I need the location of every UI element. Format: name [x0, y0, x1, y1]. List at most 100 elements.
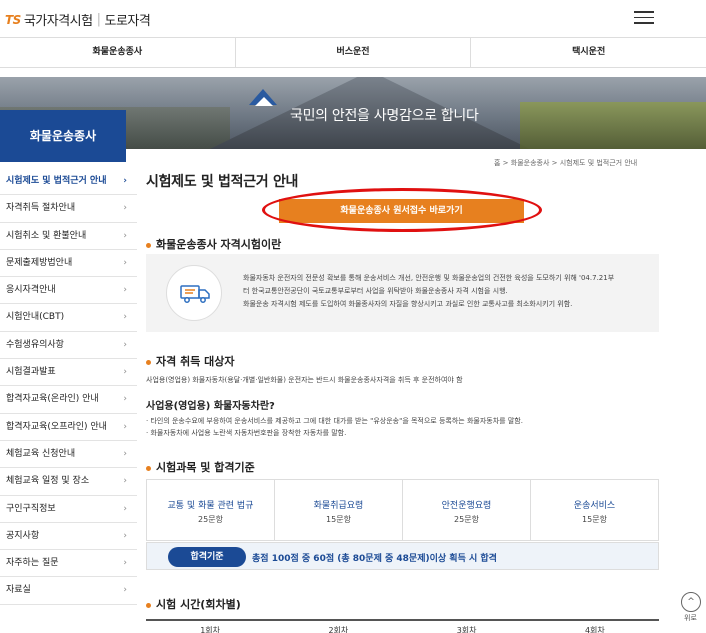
sidebar-title: 화물운송종사 [0, 110, 126, 162]
sidebar-item-eligibility[interactable]: 응시자격안내 › [0, 277, 137, 305]
section-heading-exam-time: 시험 시간(회차별) [146, 596, 241, 612]
site-logo[interactable]: TS 국가자격시험 | 도로자격 [5, 10, 151, 29]
sidebar-item-label: 공지사항 [6, 530, 40, 541]
section-heading-target: 자격 취득 대상자 [146, 353, 235, 369]
sidebar-item-archive[interactable]: 자료실 › [0, 577, 137, 605]
chevron-right-icon: › [123, 285, 127, 296]
sidebar-item-results[interactable]: 시험결과발표 › [0, 359, 137, 387]
subject-count: 15문항 [326, 515, 351, 524]
sidebar-item-label: 응시자격안내 [6, 285, 56, 296]
sidebar-item-cbt[interactable]: 시험안내(CBT) › [0, 304, 137, 332]
subject-cell: 화물취급요령 15문항 [274, 480, 402, 540]
sidebar-item-label: 구인구직정보 [6, 503, 56, 514]
exam-rounds-header: 1회차 2회차 3회차 4회차 [146, 619, 659, 633]
about-info-box: 화물자동차 운전자의 전문성 확보를 통해 운송서비스 개선, 안전운행 및 화… [146, 254, 659, 332]
pass-criteria-badge: 합격기준 [168, 547, 246, 567]
breadcrumb: 홈 > 화물운송종사 > 시험제도 및 법적근거 안내 [494, 159, 638, 167]
chevron-right-icon: › [123, 230, 127, 241]
subject-name: 교통 및 화물 관련 법규 [167, 501, 254, 511]
subject-name: 안전운행요령 [441, 501, 492, 511]
sidebar-item-label: 자료실 [6, 585, 31, 596]
sidebar-item-label: 문제출제방법안내 [6, 257, 73, 268]
chevron-right-icon: › [123, 558, 127, 569]
logo-separator: | [96, 12, 101, 27]
business-vehicle-bullet-1: · 타인의 운송수요에 부응하여 운송서비스를 제공하고 그에 대한 대가를 받… [146, 417, 523, 425]
sidebar-item-label: 시험결과발표 [6, 367, 56, 378]
highlight-circle [262, 188, 542, 232]
nav-item-cargo[interactable]: 화물운송종사 [0, 38, 235, 67]
sidebar-item-notice[interactable]: 공지사항 › [0, 523, 137, 551]
logo-subtitle: 도로자격 [104, 14, 151, 29]
sidebar-item-cancel-refund[interactable]: 시험취소 및 환불안내 › [0, 223, 137, 250]
chevron-right-icon: › [123, 176, 127, 186]
main-nav: 화물운송종사 버스운전 택시운전 [0, 38, 706, 68]
page-title: 시험제도 및 법적근거 안내 [146, 174, 299, 190]
round-header: 3회차 [456, 626, 477, 633]
chevron-up-icon: ^ [687, 597, 695, 607]
sidebar-item-experience-apply[interactable]: 체험교육 신청안내 › [0, 441, 137, 469]
chevron-right-icon: › [123, 339, 127, 350]
sidebar-item-acquisition-procedure[interactable]: 자격취득 절차안내 › [0, 195, 137, 223]
sidebar-item-exam-system[interactable]: 시험제도 및 법적근거 안내 › [0, 168, 137, 196]
pass-criteria-text: 총점 100점 중 60점 (총 80문제 중 48문제)이상 획득 시 합격 [252, 554, 497, 564]
menu-icon[interactable] [634, 11, 654, 25]
chevron-right-icon: › [123, 394, 127, 405]
pass-criteria-bar: 합격기준 총점 100점 중 60점 (총 80문제 중 48문제)이상 획득 … [146, 542, 659, 570]
round-header: 1회차 [200, 626, 221, 633]
round-header: 2회차 [328, 626, 349, 633]
business-vehicle-bullet-2: · 화물자동차에 사업용 노란색 자동차번호판을 장착한 자동차를 말함. [146, 429, 347, 437]
sidebar-item-question-method[interactable]: 문제출제방법안내 › [0, 250, 137, 278]
sidebar-item-faq[interactable]: 자주하는 질문 › [0, 550, 137, 578]
sidebar-item-label: 자격취득 절차안내 [6, 203, 76, 214]
sidebar-item-notes[interactable]: 수험생유의사항 › [0, 332, 137, 360]
sidebar-item-experience-schedule[interactable]: 체험교육 일정 및 장소 › [0, 468, 137, 496]
bullet-dot-icon [146, 465, 151, 471]
section-heading-about: 화물운송종사 자격시험이란 [146, 236, 281, 252]
subject-count: 25문항 [198, 515, 223, 524]
chevron-right-icon: › [123, 421, 127, 432]
nav-item-taxi[interactable]: 택시운전 [470, 38, 706, 67]
sidebar-item-label: 시험안내(CBT) [6, 312, 65, 323]
bullet-dot-icon [146, 602, 151, 608]
sidebar-item-online-education[interactable]: 합격자교육(온라인) 안내 › [0, 386, 137, 414]
scroll-top-label: 위로 [684, 614, 697, 622]
subject-name: 화물취급요령 [313, 501, 364, 511]
subject-cell: 운송서비스 15문항 [530, 480, 658, 540]
chevron-right-icon: › [123, 257, 127, 268]
sidebar-item-label: 수험생유의사항 [6, 339, 64, 350]
sidebar-item-label: 시험취소 및 환불안내 [6, 230, 87, 241]
bullet-dot-icon [146, 359, 151, 365]
sidebar-item-label: 시험제도 및 법적근거 안내 [6, 176, 107, 186]
logo-name: 국가자격시험 [23, 14, 93, 29]
banner-triangle-inner-icon [255, 97, 273, 106]
business-vehicle-heading: 사업용(영업용) 화물자동차란? [146, 401, 275, 412]
chevron-right-icon: › [123, 448, 127, 459]
round-header: 4회차 [584, 626, 605, 633]
sidebar-item-label: 체험교육 신청안내 [6, 448, 76, 459]
banner-slogan: 국민의 안전을 사명감으로 합니다 [290, 108, 479, 124]
subjects-table: 교통 및 화물 관련 법규 25문항 화물취급요령 15문항 안전운행요령 25… [146, 479, 659, 541]
sidebar-item-offline-education[interactable]: 합격자교육(오프라인) 안내 › [0, 414, 137, 441]
chevron-right-icon: › [123, 367, 127, 378]
sidebar-item-label: 합격자교육(온라인) 안내 [6, 394, 99, 405]
section-heading-subjects: 시험과목 및 합격기준 [146, 459, 255, 475]
chevron-right-icon: › [123, 476, 127, 487]
subject-count: 15문항 [582, 515, 607, 524]
sidebar-menu: 시험제도 및 법적근거 안내 › 자격취득 절차안내 › 시험취소 및 환불안내 › … [0, 168, 137, 605]
logo-ts-mark: TS [5, 12, 21, 27]
truck-icon [180, 285, 210, 303]
bullet-dot-icon [146, 242, 151, 248]
subject-cell: 안전운행요령 25문항 [402, 480, 530, 540]
nav-item-bus[interactable]: 버스운전 [234, 38, 471, 67]
top-bar: TS 국가자격시험 | 도로자격 [0, 0, 706, 38]
chevron-right-icon: › [123, 203, 127, 214]
subject-cell: 교통 및 화물 관련 법규 25문항 [147, 480, 274, 540]
sidebar-item-label: 합격자교육(오프라인) 안내 [6, 421, 107, 432]
sidebar-item-label: 체험교육 일정 및 장소 [6, 476, 90, 487]
subject-name: 운송서비스 [573, 501, 616, 511]
sidebar-item-jobs[interactable]: 구인구직정보 › [0, 496, 137, 523]
about-description: 화물자동차 운전자의 전문성 확보를 통해 운송서비스 개선, 안전운행 및 화… [243, 274, 615, 308]
scroll-top-button[interactable]: ^ [681, 592, 701, 612]
target-description: 사업용(영업용) 화물자동차(용달·개별·일반화물) 운전자는 반드시 화물운송… [146, 376, 463, 384]
chevron-right-icon: › [123, 530, 127, 541]
